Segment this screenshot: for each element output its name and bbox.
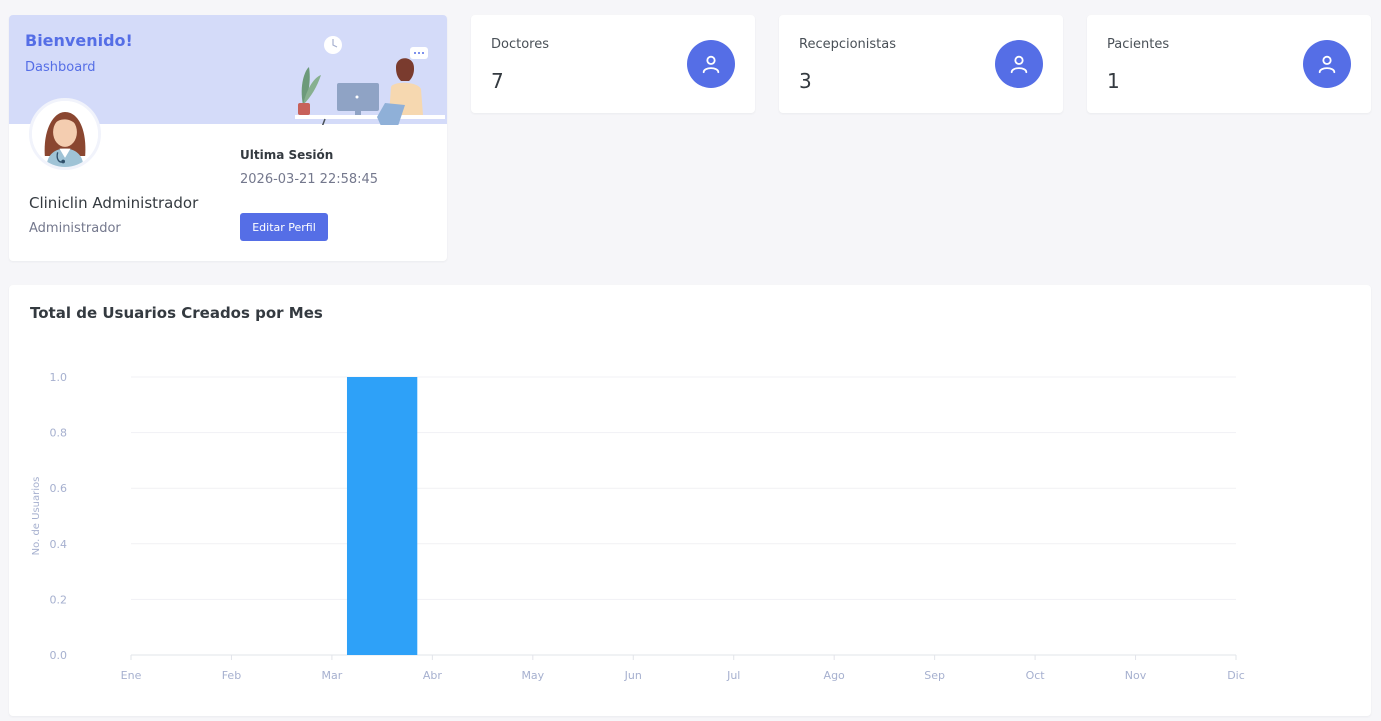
user-name: Cliniclin Administrador (29, 194, 199, 212)
edit-profile-button[interactable]: Editar Perfil (240, 213, 328, 241)
x-tick-label: May (521, 669, 544, 682)
stat-label: Recepcionistas (799, 37, 897, 52)
stat-label: Doctores (491, 37, 549, 52)
doctor-avatar-icon (32, 101, 98, 167)
avatar (29, 98, 101, 170)
stat-label: Pacientes (1107, 37, 1170, 52)
x-tick-label: Nov (1125, 669, 1147, 682)
y-tick-label: 0.0 (50, 649, 68, 662)
bar-chart: 0.0 0.2 0.4 0.6 0.8 1.0 Ene Feb Mar Abr May Jun Jul A… (31, 371, 1245, 682)
y-tick-label: 0.2 (50, 593, 68, 606)
y-tick-label: 0.6 (50, 482, 68, 495)
x-tick-label: Oct (1026, 669, 1046, 682)
x-tick-label: Jul (726, 669, 740, 682)
x-tick-label: Sep (924, 669, 945, 682)
chart-card: Total de Usuarios Creados por Mes 0.0 0.2… (9, 285, 1371, 716)
x-tick-label: Feb (222, 669, 241, 682)
welcome-title: Bienvenido! (25, 31, 133, 50)
stat-icon-circle (1303, 40, 1351, 88)
y-tick-label: 0.4 (50, 538, 68, 551)
stat-card-recepcionistas: Recepcionistas 3 (779, 15, 1063, 113)
stat-icon-circle (687, 40, 735, 88)
stat-value: 3 (799, 69, 812, 93)
x-tick-label: Ago (824, 669, 846, 682)
stat-card-doctores: Doctores 7 (471, 15, 755, 113)
x-tick-label: Jun (624, 669, 642, 682)
user-icon (702, 55, 720, 74)
breadcrumb: Dashboard (25, 60, 96, 75)
y-axis-label: No. de Usuarios (31, 477, 42, 556)
x-tick-label: Abr (423, 669, 443, 682)
user-role: Administrador (29, 221, 121, 236)
y-tick-label: 0.8 (50, 427, 68, 440)
stat-card-pacientes: Pacientes 1 (1087, 15, 1371, 113)
last-session-value: 2026-03-21 22:58:45 (240, 172, 379, 187)
last-session-label: Ultima Sesión (240, 148, 334, 162)
office-illustration-icon (295, 36, 445, 125)
x-tick-label: Ene (121, 669, 142, 682)
stat-icon-circle (995, 40, 1043, 88)
user-icon (1010, 55, 1028, 74)
profile-card: Bienvenido! Dashboard Cliniclin Administ… (9, 15, 447, 261)
x-tick-label: Mar (322, 669, 343, 682)
user-icon (1318, 55, 1336, 74)
stat-value: 7 (491, 69, 504, 93)
bar (346, 377, 418, 655)
stat-value: 1 (1107, 69, 1120, 93)
y-tick-label: 1.0 (50, 371, 68, 384)
x-tick-label: Dic (1227, 669, 1245, 682)
